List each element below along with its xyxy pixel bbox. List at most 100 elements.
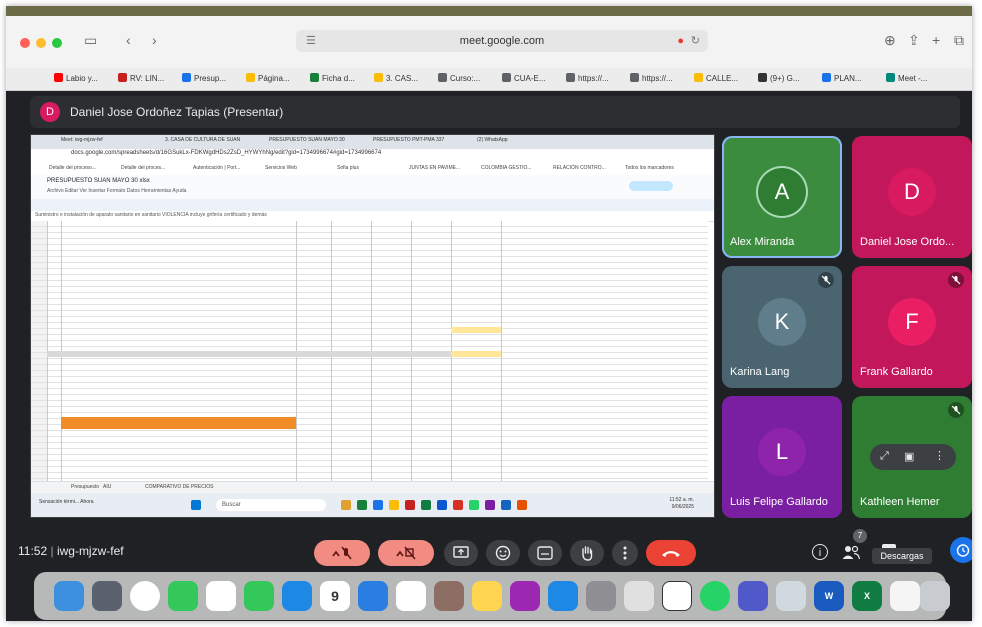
camera-toggle[interactable] bbox=[378, 540, 434, 566]
taskbar-app-icon[interactable] bbox=[469, 500, 479, 510]
back-icon[interactable]: ‹ bbox=[126, 32, 131, 48]
taskbar-app-icon[interactable] bbox=[373, 500, 383, 510]
forward-icon[interactable]: › bbox=[152, 32, 157, 48]
sidebar-icon[interactable]: ▭ bbox=[84, 32, 97, 49]
taskbar-search[interactable]: Buscar bbox=[216, 499, 326, 511]
zoom-window-button[interactable] bbox=[52, 38, 62, 48]
taskbar-app-icon[interactable] bbox=[437, 500, 447, 510]
shared-bookmark[interactable]: Todos los marcadores bbox=[625, 165, 674, 171]
taskbar-app-icon[interactable] bbox=[421, 500, 431, 510]
download-icon[interactable]: ⊕ bbox=[884, 32, 896, 49]
address-bar[interactable]: ☰ meet.google.com ● ↻ bbox=[296, 30, 708, 52]
bookmark-item[interactable]: Labio y... bbox=[54, 71, 114, 87]
taskbar-app-icon[interactable] bbox=[453, 500, 463, 510]
shared-bookmark[interactable]: Detalle del proces... bbox=[121, 165, 165, 171]
trash-icon[interactable] bbox=[920, 581, 950, 611]
messages-icon[interactable] bbox=[168, 581, 198, 611]
iphone-mirroring-icon[interactable] bbox=[624, 581, 654, 611]
shared-bookmark[interactable]: Autenticación | Port... bbox=[193, 165, 240, 171]
taskbar-app-icon[interactable] bbox=[389, 500, 399, 510]
share-button[interactable] bbox=[629, 181, 673, 191]
bookmark-item[interactable]: CUA-E... bbox=[502, 71, 562, 87]
teams-icon[interactable] bbox=[738, 581, 768, 611]
pin-icon[interactable]: ⤢ bbox=[880, 450, 889, 463]
bookmark-item[interactable]: 3. CAS... bbox=[374, 71, 434, 87]
microphone-icon[interactable]: ● bbox=[677, 30, 684, 52]
frame-icon[interactable]: ▣ bbox=[904, 450, 914, 463]
taskbar-app-icon[interactable] bbox=[357, 500, 367, 510]
bookmark-item[interactable]: https://... bbox=[566, 71, 626, 87]
bookmark-item[interactable]: (9+) G... bbox=[758, 71, 818, 87]
calendar-icon[interactable]: 9 bbox=[320, 581, 350, 611]
tab-overview-icon[interactable]: ⧉ bbox=[954, 32, 964, 49]
safari-icon[interactable] bbox=[358, 581, 388, 611]
word-icon[interactable]: W bbox=[814, 581, 844, 611]
finder-icon[interactable] bbox=[54, 581, 84, 611]
raise-hand-button[interactable] bbox=[570, 540, 604, 566]
reminders-icon[interactable] bbox=[396, 581, 426, 611]
participant-tile[interactable]: F Frank Gallardo bbox=[852, 266, 972, 388]
bookmark-item[interactable]: CALLE... bbox=[694, 71, 754, 87]
whatsapp-icon[interactable] bbox=[700, 581, 730, 611]
recording-timer-button[interactable] bbox=[950, 537, 972, 563]
hdi-app-icon[interactable] bbox=[662, 581, 692, 611]
bookmark-item[interactable]: Meet -... bbox=[886, 71, 946, 87]
shared-bookmark[interactable]: Detalle del proceso... bbox=[49, 165, 96, 171]
shared-bookmark[interactable]: Sofia plus bbox=[337, 165, 359, 171]
shared-tab[interactable]: Meet: iwg-mjzw-fef bbox=[61, 137, 103, 143]
system-settings-icon[interactable] bbox=[586, 581, 616, 611]
contacts-icon[interactable] bbox=[434, 581, 464, 611]
bookmark-item[interactable]: https://... bbox=[630, 71, 690, 87]
shared-bookmark[interactable]: RELACIÓN CONTRO... bbox=[553, 165, 606, 171]
excel-icon[interactable]: X bbox=[852, 581, 882, 611]
participant-tile[interactable]: L Luis Felipe Gallardo bbox=[722, 396, 842, 518]
microphone-toggle[interactable] bbox=[314, 540, 370, 566]
more-vert-icon[interactable]: ⋮ bbox=[934, 449, 945, 462]
sheet-tab[interactable]: COMPARATIVO DE PRECIOS bbox=[145, 484, 213, 490]
sheet-tab[interactable]: AIU bbox=[103, 484, 111, 490]
bookmark-item[interactable]: Presup... bbox=[182, 71, 242, 87]
leave-call-button[interactable] bbox=[646, 540, 696, 566]
shared-bookmark[interactable]: Servicios Web bbox=[265, 165, 297, 171]
site-settings-icon[interactable]: ☰ bbox=[306, 30, 316, 52]
taskbar-app-icon[interactable] bbox=[517, 500, 527, 510]
minimize-window-button[interactable] bbox=[36, 38, 46, 48]
people-icon[interactable] bbox=[842, 544, 860, 560]
sheet-tab[interactable]: Presupuesto bbox=[71, 484, 99, 490]
taskbar-app-icon[interactable] bbox=[341, 500, 351, 510]
shared-bookmark[interactable]: COLOMBIA GESTIO... bbox=[481, 165, 532, 171]
share-icon[interactable]: ⇪ bbox=[908, 32, 920, 49]
reload-icon[interactable]: ↻ bbox=[691, 30, 700, 52]
participant-tile[interactable]: A Alex Miranda bbox=[722, 136, 842, 258]
app-store-icon[interactable] bbox=[548, 581, 578, 611]
present-screen-button[interactable] bbox=[444, 540, 478, 566]
bookmark-item[interactable]: Curso:... bbox=[438, 71, 498, 87]
taskbar-app-icon[interactable] bbox=[485, 500, 495, 510]
participant-tile[interactable]: K Karina Lang bbox=[722, 266, 842, 388]
bookmark-item[interactable]: PLAN... bbox=[822, 71, 882, 87]
participant-tile[interactable]: ⤢ ▣ ⋮ Kathleen Hemer bbox=[852, 396, 972, 518]
facetime-icon[interactable] bbox=[244, 581, 274, 611]
shared-tab[interactable]: PRESUPUESTO SUAN MAYO 30 bbox=[269, 137, 345, 143]
shared-tab[interactable]: PRESUPUESTO PMT-PMA 337 bbox=[373, 137, 444, 143]
tile-options-popup[interactable]: ⤢ ▣ ⋮ bbox=[870, 444, 956, 470]
meeting-details-icon[interactable]: i bbox=[812, 544, 828, 560]
podcasts-icon[interactable] bbox=[510, 581, 540, 611]
shared-bookmark[interactable]: JUNTAS EN PAVIME... bbox=[409, 165, 460, 171]
photos-icon[interactable] bbox=[206, 581, 236, 611]
windows-start-icon[interactable] bbox=[191, 500, 201, 510]
captions-button[interactable] bbox=[528, 540, 562, 566]
taskbar-app-icon[interactable] bbox=[501, 500, 511, 510]
downloads-stack-icon[interactable] bbox=[890, 581, 920, 611]
bookmark-item[interactable]: Página... bbox=[246, 71, 306, 87]
participant-tile[interactable]: D Daniel Jose Ordo... bbox=[852, 136, 972, 258]
reactions-button[interactable] bbox=[486, 540, 520, 566]
preview-icon[interactable] bbox=[776, 581, 806, 611]
mail-icon[interactable] bbox=[282, 581, 312, 611]
taskbar-app-icon[interactable] bbox=[405, 500, 415, 510]
close-window-button[interactable] bbox=[20, 38, 30, 48]
notes-icon[interactable] bbox=[472, 581, 502, 611]
bookmark-item[interactable]: RV: LIN... bbox=[118, 71, 178, 87]
shared-tab[interactable]: 3. CASA DE CULTURA DE SUAN bbox=[165, 137, 240, 143]
new-tab-icon[interactable]: + bbox=[932, 32, 940, 48]
